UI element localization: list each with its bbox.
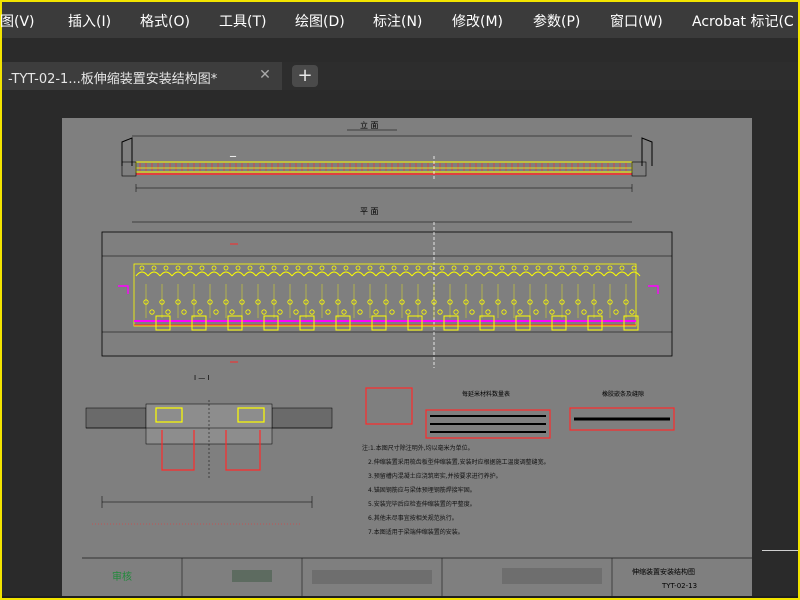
cad-drawing: 审核 伸缩装置安装结构图 TYT-02-13 立 面 ━━ 平 面 Ⅰ — Ⅰ … bbox=[82, 120, 752, 596]
new-tab-button[interactable]: + bbox=[292, 65, 318, 87]
menu-bar: 图(V) 插入(I) 格式(O) 工具(T) 绘图(D) 标注(N) 修改(M)… bbox=[0, 2, 798, 38]
table2-title: 橡胶嵌条及缝隙 bbox=[602, 390, 644, 398]
menu-insert[interactable]: 插入(I) bbox=[68, 11, 111, 31]
menu-format[interactable]: 格式(O) bbox=[140, 11, 190, 31]
sheet-title-text: 伸缩装置安装结构图 bbox=[632, 567, 695, 576]
toolbar-strip bbox=[2, 38, 798, 62]
material-table: 每延米材料数量表 bbox=[365, 387, 551, 439]
section-title: Ⅰ — Ⅰ bbox=[194, 374, 210, 382]
note-3: 3.预留槽内混凝土应浇筑密实,并按要求进行养护。 bbox=[368, 472, 502, 480]
drawing-number: TYT-02-13 bbox=[661, 582, 697, 590]
plan-view: 平 面 bbox=[101, 207, 673, 368]
table1-title: 每延米材料数量表 bbox=[462, 390, 510, 398]
menu-acrobat-markup[interactable]: Acrobat 标记(C bbox=[692, 11, 794, 31]
menu-modify[interactable]: 修改(M) bbox=[452, 11, 503, 31]
drawing-sheet: 审核 伸缩装置安装结构图 TYT-02-13 立 面 ━━ 平 面 Ⅰ — Ⅰ … bbox=[62, 118, 752, 596]
gap-table: 橡胶嵌条及缝隙 bbox=[569, 390, 675, 431]
menu-parameter[interactable]: 参数(P) bbox=[533, 11, 580, 31]
close-icon[interactable]: ✕ bbox=[257, 67, 273, 83]
menu-tools[interactable]: 工具(T) bbox=[219, 11, 266, 31]
partial-sheet-edge bbox=[762, 550, 798, 551]
menu-window[interactable]: 窗口(W) bbox=[610, 11, 663, 31]
elevation-title: 立 面 bbox=[360, 120, 379, 130]
title-block: 审核 伸缩装置安装结构图 TYT-02-13 bbox=[82, 557, 752, 596]
note-4: 4.锚固钢筋应与梁体预埋钢筋焊接牢固。 bbox=[368, 486, 476, 494]
svg-text:━━: ━━ bbox=[229, 154, 237, 160]
elevation-view: 立 面 ━━ bbox=[121, 120, 653, 192]
drawing-viewport[interactable]: 审核 伸缩装置安装结构图 TYT-02-13 立 面 ━━ 平 面 Ⅰ — Ⅰ … bbox=[2, 90, 798, 596]
approval-stamp: 审核 bbox=[112, 570, 132, 583]
menu-dimension[interactable]: 标注(N) bbox=[373, 11, 422, 31]
menu-draw[interactable]: 绘图(D) bbox=[295, 11, 345, 31]
document-tab[interactable]: -TYT-02-1...板伸缩装置安装结构图* ✕ bbox=[2, 62, 282, 90]
note-5: 5.安装完毕后应检查伸缩装置的平整度。 bbox=[368, 500, 476, 508]
general-notes: 注:1.本图尺寸除注明外,均以毫米为单位。 2.伸缩装置采用梳齿板型伸缩装置,安… bbox=[362, 444, 550, 536]
plan-title: 平 面 bbox=[360, 207, 379, 216]
menu-view[interactable]: 图(V) bbox=[0, 11, 35, 31]
section-view: Ⅰ — Ⅰ bbox=[85, 374, 333, 525]
document-tab-title: -TYT-02-1...板伸缩装置安装结构图* bbox=[8, 72, 218, 87]
note-2: 2.伸缩装置采用梳齿板型伸缩装置,安装时应根据施工温度调整缝宽。 bbox=[368, 458, 550, 466]
document-tab-bar: -TYT-02-1...板伸缩装置安装结构图* ✕ + bbox=[2, 62, 798, 90]
note-7: 7.本图适用于梁端伸缩装置的安装。 bbox=[368, 528, 464, 536]
note-6: 6.其他未尽事宜按相关规范执行。 bbox=[368, 514, 458, 522]
note-1: 注:1.本图尺寸除注明外,均以毫米为单位。 bbox=[362, 444, 474, 452]
